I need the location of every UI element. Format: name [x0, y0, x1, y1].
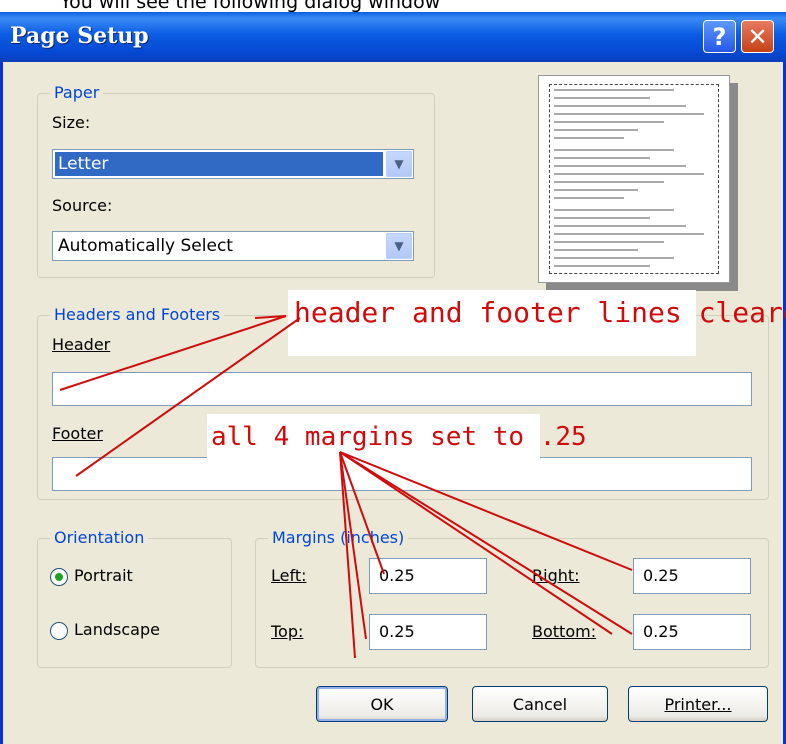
left-margin-label: Left: [271, 566, 307, 585]
headers-footers-legend: Headers and Footers [50, 305, 225, 324]
footer-label: Footer [52, 424, 103, 443]
top-margin-label: Top: [271, 622, 304, 641]
ok-button-label: OK [370, 694, 394, 714]
help-button[interactable]: ? [703, 20, 736, 53]
landscape-radio[interactable] [50, 622, 68, 640]
orientation-legend: Orientation [50, 528, 149, 547]
cancel-button[interactable]: Cancel [472, 686, 608, 722]
portrait-radio[interactable] [50, 568, 68, 586]
landscape-label[interactable]: Landscape [74, 620, 160, 639]
headers-annotation: header and footer lines cleared [288, 290, 786, 356]
paper-legend: Paper [50, 83, 104, 102]
chevron-down-icon[interactable]: ▼ [386, 233, 412, 259]
footer-input[interactable] [52, 457, 752, 491]
margins-annotation: all 4 margins set to .25 [207, 414, 587, 462]
window-title: Page Setup [10, 23, 149, 49]
left-margin-input[interactable]: 0.25 [369, 558, 487, 594]
help-icon: ? [712, 22, 727, 51]
chevron-down-icon[interactable]: ▼ [386, 151, 412, 177]
source-select[interactable]: Automatically Select ▼ [52, 231, 414, 261]
size-value: Letter [58, 154, 109, 174]
left-margin-value: 0.25 [379, 566, 415, 585]
right-margin-input[interactable]: 0.25 [633, 558, 751, 594]
bottom-margin-label: Bottom: [532, 622, 597, 641]
header-label: Header [52, 335, 111, 354]
portrait-label[interactable]: Portrait [74, 566, 133, 585]
source-value: Automatically Select [58, 236, 233, 256]
printer-button[interactable]: Printer... [628, 686, 768, 722]
ok-button[interactable]: OK [316, 686, 448, 722]
bottom-margin-value: 0.25 [643, 622, 679, 641]
top-margin-value: 0.25 [379, 622, 415, 641]
close-icon: ✕ [747, 22, 768, 51]
close-button[interactable]: ✕ [741, 20, 774, 53]
bottom-margin-input[interactable]: 0.25 [633, 614, 751, 650]
margins-legend: Margins (inches) [268, 528, 409, 547]
size-select[interactable]: Letter ▼ [52, 149, 414, 179]
size-label: Size: [52, 113, 91, 132]
right-margin-value: 0.25 [643, 566, 679, 585]
header-input[interactable] [52, 372, 752, 406]
right-margin-label: Right: [532, 566, 580, 585]
printer-button-label: Printer... [664, 694, 732, 714]
orientation-group: Orientation [37, 528, 232, 668]
top-margin-input[interactable]: 0.25 [369, 614, 487, 650]
page-preview [538, 75, 730, 283]
cancel-button-label: Cancel [512, 694, 568, 714]
source-label: Source: [52, 196, 113, 215]
preview-margin-outline [549, 84, 719, 274]
title-bar[interactable]: Page Setup ? ✕ [0, 12, 786, 62]
